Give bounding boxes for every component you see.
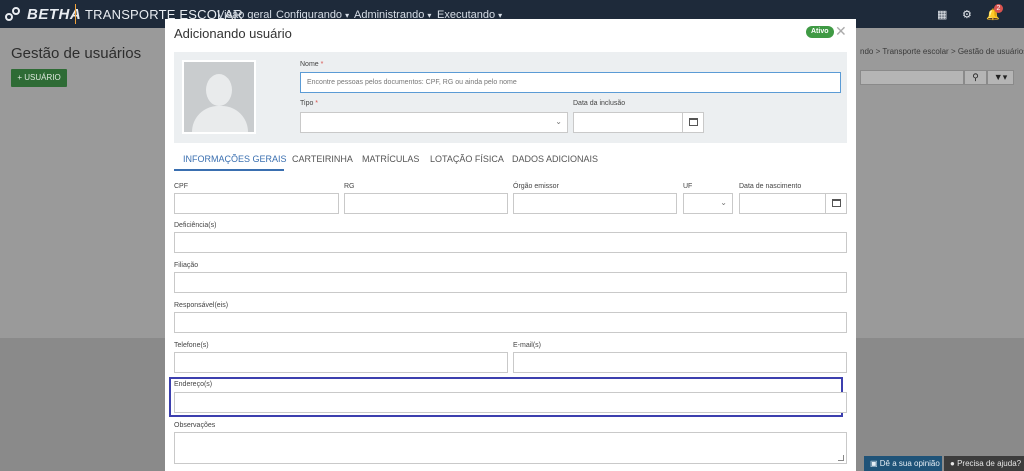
endereco-label: Endereço(s) <box>174 381 213 388</box>
orgao-emissor-field[interactable] <box>513 193 677 214</box>
calendar-button[interactable] <box>682 113 703 132</box>
help-button[interactable]: ● Precisa de ajuda? <box>944 456 1024 471</box>
data-nascimento-label: Data de nascimento <box>739 183 802 190</box>
feedback-button[interactable]: ▣ Dê a sua opinião <box>864 456 942 471</box>
observacoes-label: Observações <box>174 422 216 429</box>
telefone-label: Telefone(s) <box>174 342 209 349</box>
resize-handle-icon[interactable] <box>838 455 844 461</box>
feedback-icon: ▣ <box>870 459 880 468</box>
endereco-field[interactable] <box>174 392 847 413</box>
nome-label: Nome * <box>300 61 324 68</box>
tab-dados-adicionais[interactable]: DADOS ADICIONAIS <box>512 154 598 164</box>
notification-count-badge: 2 <box>994 4 1003 13</box>
calendar-icon <box>832 199 841 207</box>
nome-placeholder: Encontre pessoas pelos documentos: CPF, … <box>307 79 517 86</box>
deficiencia-field[interactable] <box>174 232 847 253</box>
close-icon[interactable]: ✕ <box>835 23 847 40</box>
active-tab-indicator <box>174 169 284 171</box>
avatar[interactable] <box>182 60 256 134</box>
deficiencia-label: Deficiência(s) <box>174 222 217 229</box>
feedback-label: Dê a sua opinião <box>879 459 940 468</box>
avatar-head-shape <box>206 74 232 106</box>
cpf-field[interactable] <box>174 193 339 214</box>
tab-informacoes-gerais[interactable]: INFORMAÇÕES GERAIS <box>183 154 287 164</box>
brand-logo[interactable]: BETHA <box>4 4 81 24</box>
rg-field[interactable] <box>344 193 508 214</box>
search-button[interactable]: ⚲ <box>964 70 987 85</box>
filter-button[interactable]: ▼▾ <box>987 70 1014 85</box>
search-input[interactable] <box>860 70 964 85</box>
uf-label: UF <box>683 183 693 190</box>
email-label: E-mail(s) <box>513 342 541 349</box>
help-icon: ● <box>950 459 958 468</box>
tipo-select[interactable]: ⌄ <box>300 112 568 133</box>
modal-title: Adicionando usuário <box>174 26 292 41</box>
help-label: Precisa de ajuda? <box>957 459 1022 468</box>
betha-logo-icon <box>4 5 24 23</box>
tab-carteirinha[interactable]: CARTEIRINHA <box>292 154 353 164</box>
filiacao-label: Filiação <box>174 262 199 269</box>
add-user-modal: Adicionando usuário Ativo ✕ Nome * Encon… <box>165 19 856 471</box>
uf-select[interactable]: ⌄ <box>683 193 733 214</box>
search-icon: ⚲ <box>972 72 979 82</box>
brand-name: BETHA <box>27 5 82 23</box>
avatar-body-shape <box>192 106 248 132</box>
breadcrumb: ndo > Transporte escolar > Gestão de usu… <box>860 47 1024 56</box>
page-title: Gestão de usuários <box>11 45 142 62</box>
email-field[interactable] <box>513 352 847 373</box>
cpf-label: CPF <box>174 183 188 190</box>
calendar-icon <box>689 118 698 126</box>
data-inclusao-label: Data da inclusão <box>573 100 626 107</box>
responsavel-field[interactable] <box>174 312 847 333</box>
data-nascimento-field[interactable] <box>739 193 847 214</box>
chevron-down-icon: ⌄ <box>720 198 727 207</box>
filiacao-field[interactable] <box>174 272 847 293</box>
data-inclusao-field[interactable] <box>573 112 704 133</box>
nome-search-field[interactable]: Encontre pessoas pelos documentos: CPF, … <box>300 72 841 93</box>
status-badge: Ativo <box>806 26 834 38</box>
orgao-emissor-label: Órgão emissor <box>513 183 559 190</box>
calendar-button[interactable] <box>825 194 846 213</box>
telefone-field[interactable] <box>174 352 508 373</box>
observacoes-textarea[interactable] <box>174 432 847 464</box>
rg-label: RG <box>344 183 355 190</box>
chevron-down-icon: ⌄ <box>555 117 562 126</box>
tab-matriculas[interactable]: MATRÍCULAS <box>362 154 419 164</box>
tab-bar: INFORMAÇÕES GERAIS CARTEIRINHA MATRÍCULA… <box>174 152 847 172</box>
apps-grid-icon[interactable]: ▦ <box>937 8 947 21</box>
tipo-label: Tipo * <box>300 100 319 107</box>
tab-lotacao-fisica[interactable]: LOTAÇÃO FÍSICA <box>430 154 504 164</box>
filter-icon: ▼▾ <box>993 72 1008 82</box>
brand-separator <box>75 4 76 24</box>
settings-icon[interactable]: ⚙ <box>962 8 972 21</box>
add-user-button[interactable]: + USUÁRIO <box>11 69 67 87</box>
responsavel-label: Responsável(eis) <box>174 302 229 309</box>
